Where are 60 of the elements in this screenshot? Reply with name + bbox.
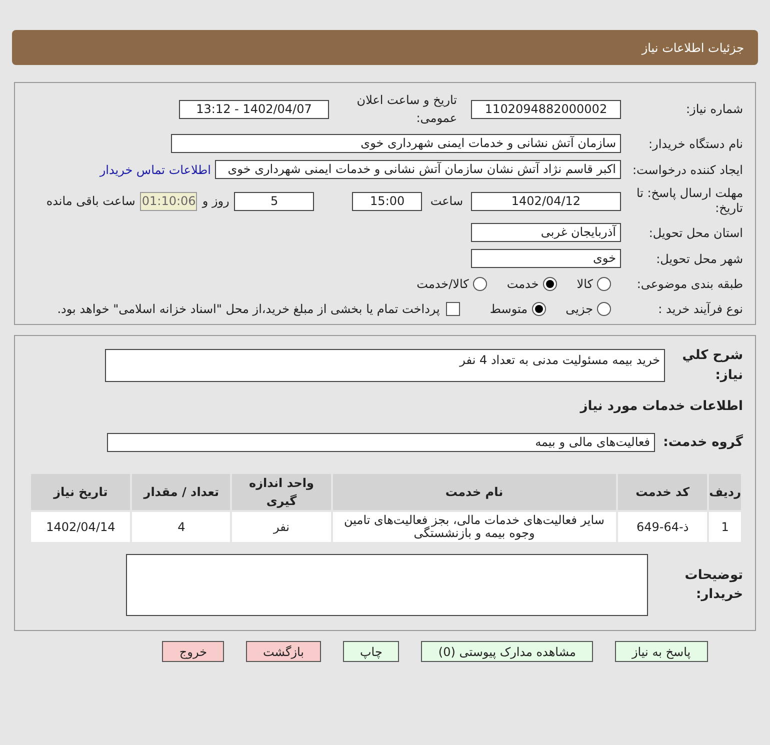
- checkbox-label: پرداخت تمام یا بخشی از مبلغ خرید،از محل "اسناد خزانه اسلامی" خواهد بود.: [57, 301, 440, 318]
- column-header: ردیف: [709, 474, 741, 510]
- text-field[interactable]: اکبر قاسم نژاد آتش نشان سازمان آتش نشانی و خدمات ایمنی شهرداری خوی: [215, 160, 621, 179]
- field-label: نام دستگاه خریدار:: [648, 136, 743, 152]
- column-header: نام خدمت: [332, 474, 616, 510]
- radio-label: کالا: [576, 276, 593, 293]
- text-field[interactable]: آذربایجان غربی: [471, 223, 621, 242]
- table-cell: ذ-64-649: [618, 512, 708, 542]
- notes-field[interactable]: [126, 554, 648, 616]
- field-label: شرح کلي نیاز:: [681, 347, 743, 384]
- radio-label: خدمت: [506, 276, 539, 293]
- text-field[interactable]: 1102094882000002: [471, 100, 621, 118]
- field-label: ساعت: [430, 193, 463, 210]
- section-heading: اطلاعات خدمات مورد نیاز: [578, 398, 743, 416]
- column-header: کد خدمت: [618, 474, 708, 510]
- text-field[interactable]: فعالیت‌های مالی و بیمه: [107, 432, 655, 452]
- summary-field[interactable]: خرید بیمه مسئولیت مدنی به تعداد 4 نفر: [105, 349, 665, 382]
- field-label: ساعت باقی مانده: [46, 193, 136, 210]
- field-label: توضیحات خریدار:: [684, 566, 743, 604]
- text-field[interactable]: سازمان آتش نشانی و خدمات ایمنی شهرداری خوی: [171, 134, 621, 153]
- radio-button[interactable]: [597, 277, 611, 291]
- radio-button[interactable]: [597, 302, 611, 316]
- table-cell: 1402/04/14: [31, 512, 130, 542]
- radio-button[interactable]: [542, 277, 557, 291]
- field-label: گروه خدمت:: [662, 433, 743, 452]
- text-field[interactable]: خوی: [471, 249, 621, 268]
- field-label: طبقه بندی موضوعی:: [636, 276, 743, 293]
- action-button[interactable]: خروج: [162, 641, 224, 662]
- column-header: واحد اندازه گیری: [232, 474, 331, 510]
- radio-button[interactable]: [472, 277, 487, 291]
- action-button[interactable]: مشاهده مدارک پیوستی (0): [421, 641, 593, 662]
- buyer-contact-link[interactable]: اطلاعات تماس خریدار: [100, 160, 211, 178]
- field-label: روز و: [202, 193, 230, 210]
- action-button[interactable]: چاپ: [343, 641, 400, 662]
- column-header: تاریخ نیاز: [31, 474, 130, 510]
- table-cell: 1: [709, 512, 741, 542]
- page-title: جزئیات اطلاعات نیاز: [642, 40, 744, 56]
- radio-button[interactable]: [532, 302, 546, 316]
- text-field[interactable]: 15:00: [352, 192, 422, 210]
- table-cell: نفر: [232, 512, 331, 542]
- table-cell: سایر فعالیت‌های خدمات مالی، بجز فعالیت‌های تامین وجوه بیمه و بازنشستگی: [332, 512, 616, 542]
- field-label: نوع فرآیند خرید :: [657, 301, 743, 318]
- text-field[interactable]: 1402/04/12: [471, 192, 621, 210]
- field-label: مهلت ارسال پاسخ: تا تاریخ:: [635, 186, 743, 216]
- column-header: تعداد / مقدار: [132, 474, 230, 510]
- radio-label: جزیی: [566, 301, 593, 318]
- action-button[interactable]: بازگشت: [246, 641, 321, 662]
- action-button[interactable]: پاسخ به نیاز: [614, 641, 708, 662]
- field-label: ایجاد کننده درخواست:: [631, 162, 743, 178]
- text-field[interactable]: 1402/04/07 - 13:12: [179, 100, 329, 118]
- remaining-time-field: 01:10:06: [140, 192, 198, 210]
- field-label: شهر محل تحویل:: [655, 250, 743, 268]
- field-label: تاریخ و ساعت اعلان عمومی:: [356, 92, 457, 127]
- field-label: استان محل تحویل:: [648, 224, 743, 242]
- radio-label: متوسط: [490, 301, 528, 318]
- checkbox[interactable]: [446, 302, 460, 316]
- text-field[interactable]: 5: [234, 192, 314, 210]
- field-label: شماره نیاز:: [685, 101, 743, 118]
- radio-label: کالا/خدمت: [416, 276, 469, 293]
- table-cell: 4: [132, 512, 230, 542]
